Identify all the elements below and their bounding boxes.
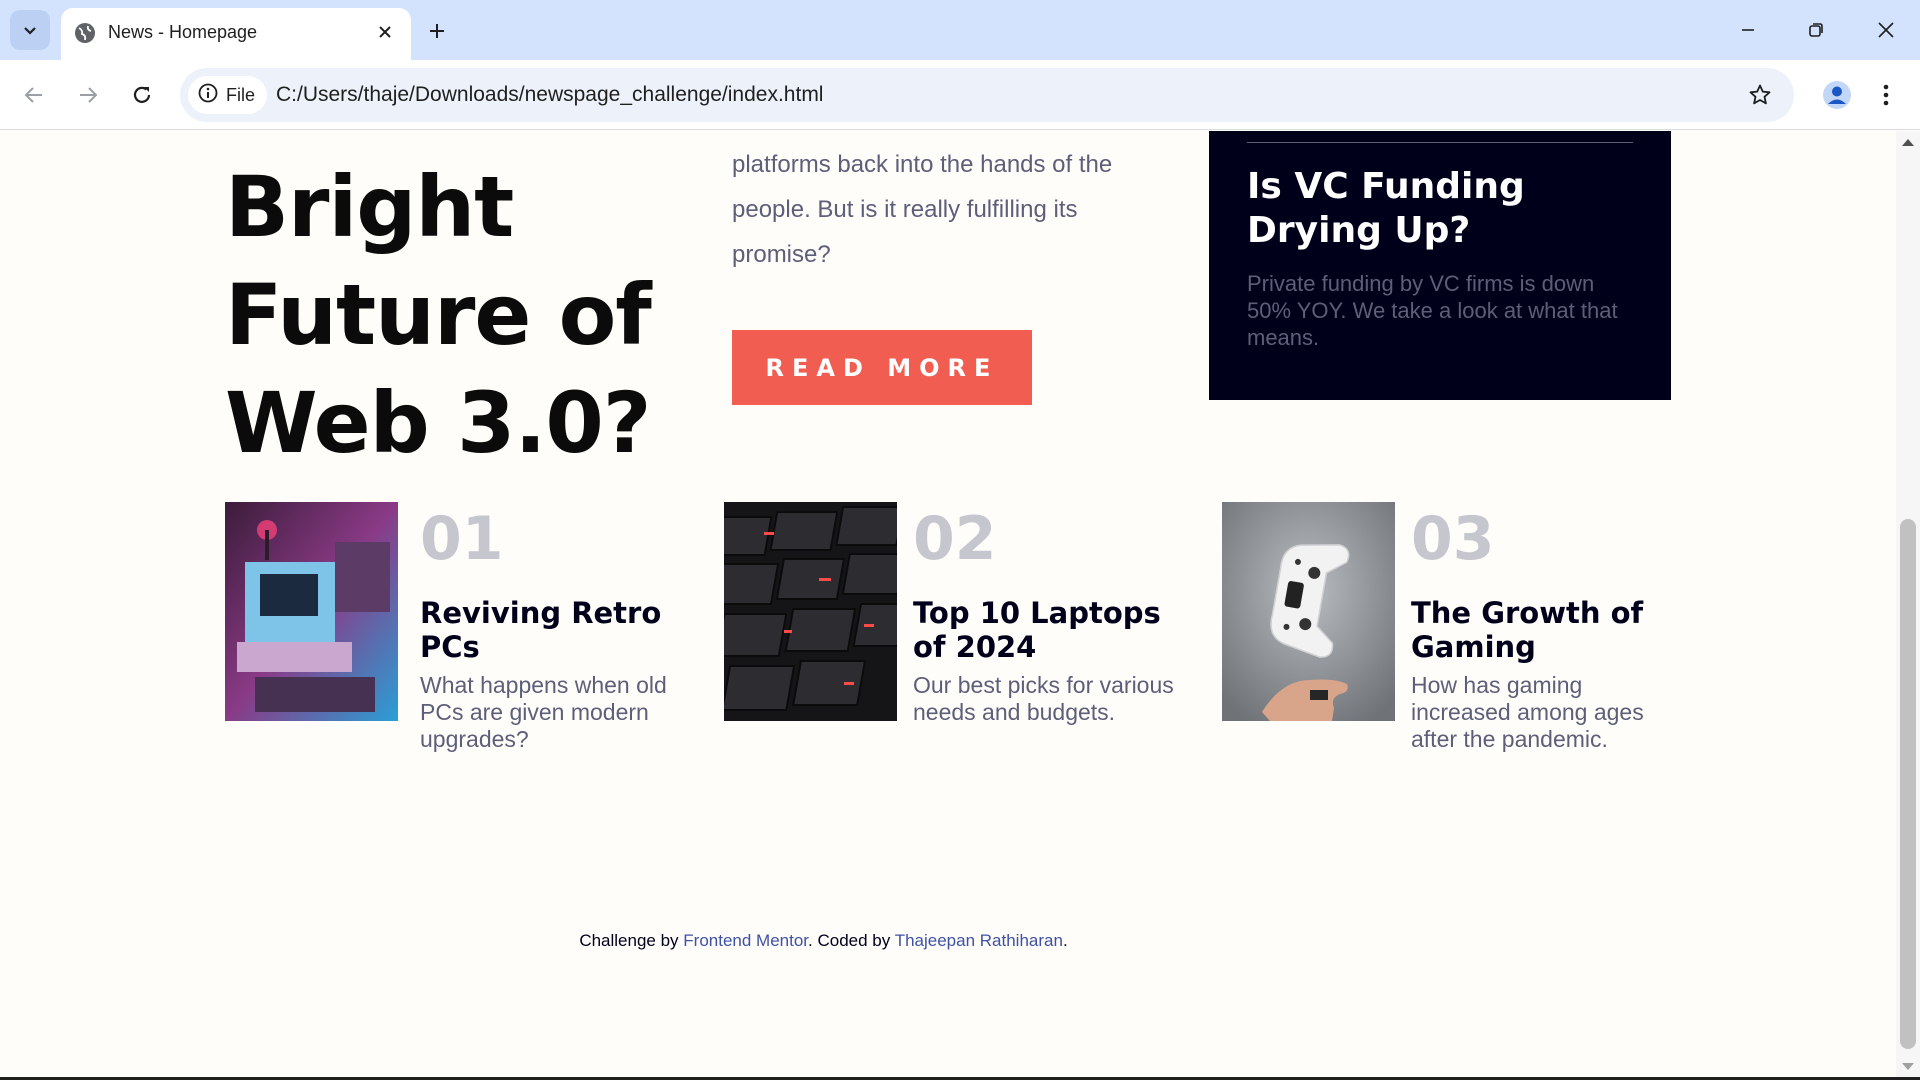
card-description: How has gaming increased among ages afte… bbox=[1411, 672, 1644, 752]
article-card: 01 Reviving Retro PCs What happens when … bbox=[225, 502, 705, 752]
site-info-chip[interactable]: File bbox=[188, 76, 268, 114]
vertical-scrollbar[interactable] bbox=[1896, 131, 1920, 1080]
browser-toolbar: File C:/Users/thaje/Downloads/newspage_c… bbox=[0, 60, 1920, 130]
card-number: 01 bbox=[420, 504, 504, 574]
read-more-button[interactable]: READ MORE bbox=[732, 330, 1032, 405]
attribution-suffix: . bbox=[1062, 931, 1068, 950]
card-description: Our best picks for various needs and bud… bbox=[913, 672, 1174, 725]
page-viewport: Bright Future of Web 3.0? platforms back… bbox=[0, 131, 1896, 1080]
tab-search-icon[interactable] bbox=[10, 10, 50, 50]
panel-article-description: Private funding by VC firms is down 50% … bbox=[1247, 271, 1618, 350]
attribution-prefix: Challenge by bbox=[579, 931, 679, 950]
author-link[interactable]: Thajeepan Rathiharan bbox=[895, 931, 1063, 950]
info-icon bbox=[198, 83, 218, 108]
laptop-keyboard-image bbox=[724, 502, 897, 721]
headline-line: Web 3.0? bbox=[225, 374, 652, 472]
hero-intro: platforms back into the hands of the peo… bbox=[732, 142, 1152, 277]
plus-icon[interactable] bbox=[420, 14, 454, 48]
retro-pcs-image bbox=[225, 502, 398, 721]
headline-line: Bright bbox=[225, 158, 514, 256]
tab-title: News - Homepage bbox=[108, 22, 258, 42]
chip-label: File bbox=[226, 84, 256, 105]
article-card: 02 Top 10 Laptops of 2024 Our best picks… bbox=[724, 502, 1204, 752]
more-vert-icon[interactable] bbox=[1870, 73, 1902, 117]
card-number: 03 bbox=[1411, 504, 1495, 574]
reload-icon[interactable] bbox=[120, 73, 164, 117]
scroll-thumb[interactable] bbox=[1900, 519, 1916, 1049]
scroll-up-arrow-icon[interactable] bbox=[1902, 139, 1914, 146]
new-panel: Is VC Funding Drying Up? Private funding… bbox=[1209, 131, 1671, 400]
article-card: 03 The Growth of Gaming How has gaming i… bbox=[1222, 502, 1702, 752]
card-title[interactable]: The Growth of Gaming bbox=[1411, 596, 1671, 664]
card-title[interactable]: Top 10 Laptops of 2024 bbox=[913, 596, 1188, 664]
headline-line: Future of bbox=[225, 266, 652, 364]
card-number: 02 bbox=[913, 504, 997, 574]
intro-line: people. But is it really fulfilling its bbox=[732, 196, 1078, 223]
game-controller-image bbox=[1222, 502, 1395, 721]
frontend-mentor-link[interactable]: Frontend Mentor bbox=[683, 931, 808, 950]
tab-bar: News - Homepage bbox=[0, 0, 1920, 60]
attribution: Challenge by Frontend Mentor. Coded by T… bbox=[0, 931, 1647, 951]
active-tab[interactable]: News - Homepage bbox=[61, 8, 411, 60]
intro-line: platforms back into the hands of the bbox=[732, 151, 1113, 178]
globe-icon bbox=[73, 21, 97, 45]
attribution-middle: . Coded by bbox=[808, 931, 891, 950]
address-bar[interactable]: File C:/Users/thaje/Downloads/newspage_c… bbox=[180, 68, 1794, 122]
panel-divider bbox=[1247, 142, 1633, 143]
close-icon[interactable] bbox=[371, 18, 399, 46]
minimize-icon[interactable] bbox=[1720, 8, 1776, 52]
profile-icon[interactable] bbox=[1815, 73, 1859, 117]
card-description: What happens when old PCs are given mode… bbox=[420, 672, 667, 752]
panel-article-title[interactable]: Is VC Funding Drying Up? bbox=[1247, 165, 1647, 253]
back-icon[interactable] bbox=[12, 73, 56, 117]
scroll-down-arrow-icon[interactable] bbox=[1902, 1063, 1914, 1070]
window-close-icon[interactable] bbox=[1858, 8, 1914, 52]
forward-icon[interactable] bbox=[66, 73, 110, 117]
restore-icon[interactable] bbox=[1788, 8, 1844, 52]
url-text[interactable]: C:/Users/thaje/Downloads/newspage_challe… bbox=[276, 83, 823, 107]
card-title[interactable]: Reviving Retro PCs bbox=[420, 596, 680, 664]
star-icon[interactable] bbox=[1744, 79, 1776, 111]
intro-line: promise? bbox=[732, 241, 831, 268]
hero-headline: Bright Future of Web 3.0? bbox=[225, 153, 652, 477]
